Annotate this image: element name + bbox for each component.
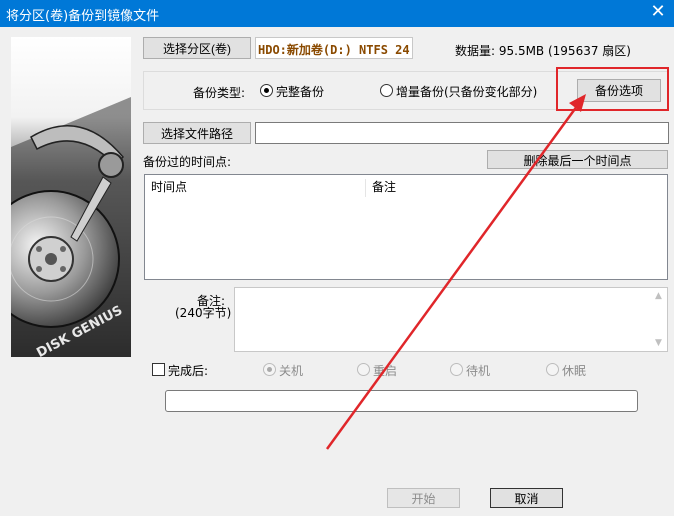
select-partition-button[interactable]: 选择分区(卷) — [143, 37, 251, 59]
scroll-down-icon[interactable]: ▼ — [655, 338, 671, 348]
hard-disk-icon: DISK GENIUS — [11, 37, 131, 357]
incremental-backup-label[interactable]: 增量备份(只备份变化部分) — [396, 83, 537, 100]
column-header-timepoint[interactable]: 时间点 — [151, 177, 187, 197]
hibernate-radio[interactable] — [546, 363, 559, 376]
hibernate-label[interactable]: 休眠 — [562, 362, 586, 379]
full-backup-radio[interactable] — [260, 84, 273, 97]
restart-radio[interactable] — [357, 363, 370, 376]
shutdown-radio[interactable] — [263, 363, 276, 376]
timepoints-label: 备份过的时间点: — [143, 155, 232, 169]
after-complete-checkbox[interactable] — [152, 363, 165, 376]
column-divider — [365, 179, 366, 197]
standby-radio[interactable] — [450, 363, 463, 376]
after-complete-label[interactable]: 完成后: — [168, 362, 208, 379]
backup-type-label: 备份类型: — [193, 86, 246, 100]
column-header-note[interactable]: 备注 — [372, 177, 396, 197]
standby-label[interactable]: 待机 — [466, 362, 490, 379]
scroll-up-icon[interactable]: ▲ — [655, 291, 671, 301]
restart-label[interactable]: 重启 — [373, 362, 397, 379]
window-title: 将分区(卷)备份到镜像文件 — [6, 9, 160, 24]
close-icon[interactable]: ✕ — [648, 2, 668, 22]
shutdown-label[interactable]: 关机 — [279, 362, 303, 379]
status-field — [165, 390, 638, 412]
full-backup-label[interactable]: 完整备份 — [276, 83, 324, 100]
start-button[interactable]: 开始 — [387, 488, 460, 508]
cancel-button[interactable]: 取消 — [490, 488, 563, 508]
incremental-backup-radio[interactable] — [380, 84, 393, 97]
note-hint: (240字节) — [175, 306, 232, 320]
note-textarea[interactable] — [234, 287, 668, 352]
file-path-input[interactable] — [255, 122, 669, 144]
title-bar: 将分区(卷)备份到镜像文件 ✕ — [0, 0, 674, 27]
data-size-text: 数据量: 95.5MB (195637 扇区) — [455, 44, 631, 58]
selected-partition-text: HDO:新加卷(D:) NTFS 24. — [258, 43, 413, 57]
timepoints-list[interactable]: 时间点 备注 — [144, 174, 668, 280]
select-file-path-button[interactable]: 选择文件路径 — [143, 122, 251, 144]
backup-options-highlight — [556, 67, 669, 111]
selected-partition-field: HDO:新加卷(D:) NTFS 24. — [255, 37, 413, 59]
delete-last-timepoint-button[interactable]: 删除最后一个时间点 — [487, 150, 668, 169]
disk-genius-logo: DISK GENIUS — [11, 37, 131, 357]
